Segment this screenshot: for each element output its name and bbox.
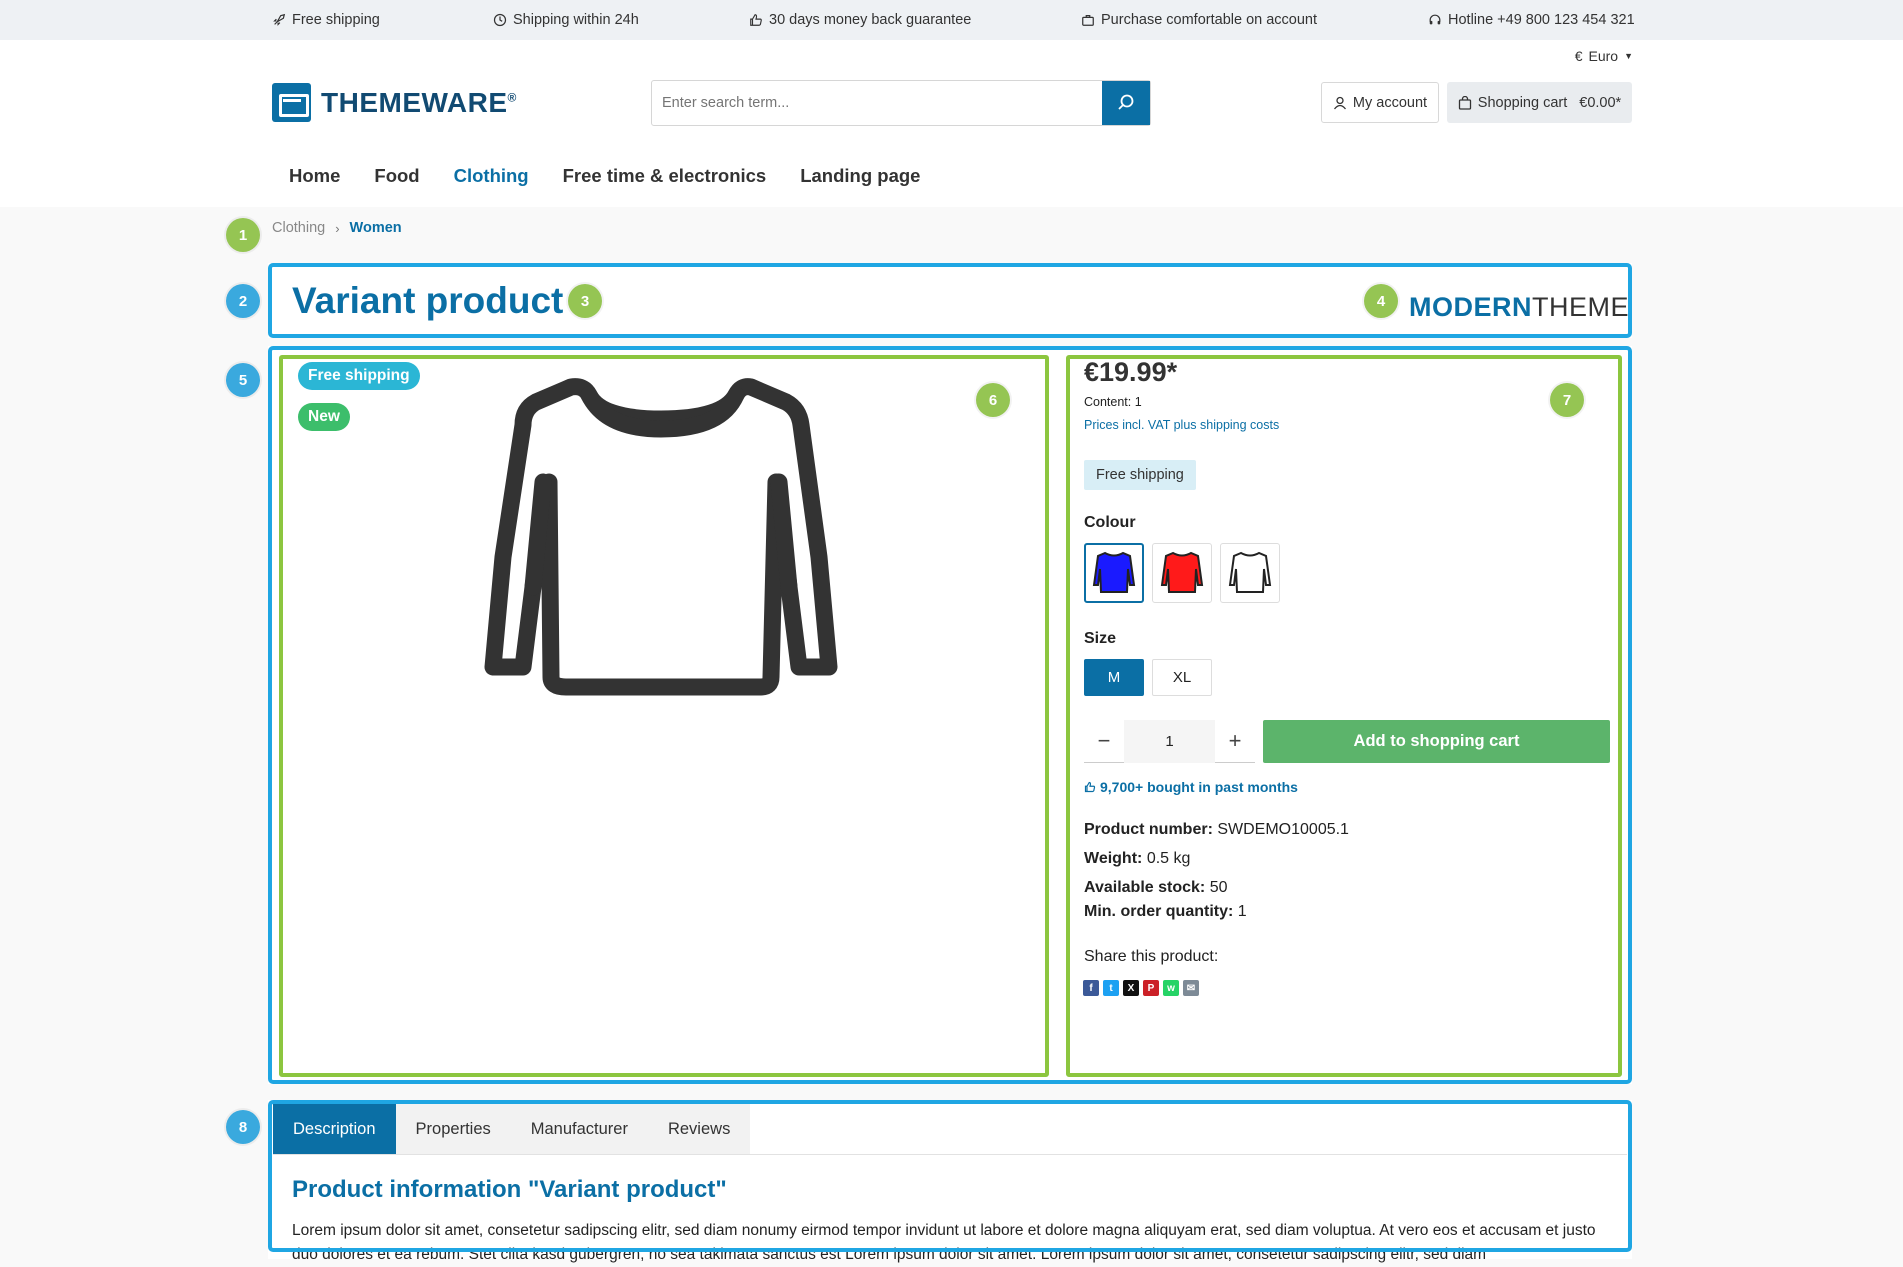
nav-item-landing-page[interactable]: Landing page [783,164,937,188]
bag-icon [1458,95,1471,110]
logo-mark-icon [272,83,311,122]
thumbs-up-icon [750,14,762,26]
breadcrumb-clothing[interactable]: Clothing [272,220,325,236]
annotation-marker-3: 3 [568,284,602,318]
user-icon [1333,96,1346,109]
breadcrumb-women[interactable]: Women [350,220,402,236]
rocket-icon [273,13,286,26]
usp-bar: Free shipping Shipping within 24h 30 day… [0,0,1903,40]
logo-text: THEMEWARE® [321,86,517,118]
annotation-box-6 [279,355,1049,1077]
shopping-cart-button[interactable]: Shopping cart €0.00* [1447,82,1632,123]
briefcase-icon [1082,15,1094,26]
usp-money-back: 30 days money back guarantee [749,12,971,28]
my-account-button[interactable]: My account [1321,82,1439,123]
breadcrumb: Clothing › Women [272,220,402,236]
usp-label: Free shipping [292,12,380,28]
annotation-marker-8: 8 [226,1110,260,1144]
usp-shipping-24h: Shipping within 24h [493,12,639,28]
headset-icon [1429,14,1441,25]
main-navigation: Home Food Clothing Free time & electroni… [272,164,937,188]
currency-symbol: € [1574,48,1583,64]
cart-total: €0.00* [1579,94,1622,111]
logo-registered: ® [507,90,517,105]
search-bar [651,80,1151,126]
search-icon [1118,94,1134,110]
nav-item-home[interactable]: Home [272,164,357,188]
annotation-box-2 [268,263,1632,338]
usp-purchase-on-account: Purchase comfortable on account [1081,12,1317,28]
annotation-marker-6: 6 [976,383,1010,417]
currency-switcher[interactable]: € Euro ▼ [1575,48,1633,64]
nav-item-clothing[interactable]: Clothing [437,164,546,188]
usp-label: 30 days money back guarantee [769,12,972,28]
usp-label: Hotline +49 800 123 454 321 [1448,12,1635,28]
usp-label: Purchase comfortable on account [1101,12,1318,28]
my-account-label: My account [1352,94,1428,111]
nav-item-food[interactable]: Food [357,164,436,188]
usp-hotline: Hotline +49 800 123 454 321 [1428,12,1635,28]
search-input[interactable] [652,81,1102,125]
annotation-marker-2: 2 [226,284,260,318]
usp-free-shipping: Free shipping [272,12,380,28]
clock-icon [493,13,507,27]
logo[interactable]: THEMEWARE® [272,83,517,122]
nav-item-free-time-electronics[interactable]: Free time & electronics [546,164,784,188]
currency-label: Euro [1588,48,1619,64]
annotation-marker-7: 7 [1550,383,1584,417]
chevron-right-icon: › [335,220,340,236]
usp-label: Shipping within 24h [513,12,639,28]
annotation-marker-1: 1 [226,218,260,252]
caret-down-icon: ▼ [1624,51,1633,61]
search-button[interactable] [1102,81,1150,125]
annotation-box-8 [268,1100,1632,1252]
annotation-marker-4: 4 [1364,284,1398,318]
annotation-box-7 [1066,355,1622,1077]
cart-label: Shopping cart [1477,94,1568,111]
annotation-marker-5: 5 [226,363,260,397]
